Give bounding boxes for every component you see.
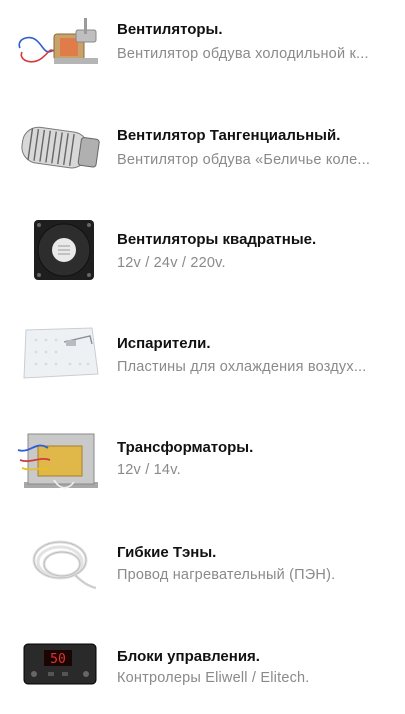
display-value: 50: [50, 652, 66, 667]
item-subtitle: Вентилятор обдува «Беличье коле...: [117, 152, 371, 168]
square-fan-icon: [14, 212, 102, 292]
list-item-evaporators[interactable]: Испарители. Пластины для охлаждения возд…: [0, 312, 405, 402]
item-subtitle: Провод нагревательный (ПЭН).: [117, 567, 336, 583]
item-title: Испарители.: [117, 335, 211, 352]
item-subtitle: Пластины для охлаждения воздух...: [117, 359, 367, 375]
item-title: Трансформаторы.: [117, 439, 254, 456]
fan-motor-icon: [14, 4, 102, 84]
list-item-fans[interactable]: Вентиляторы. Вентилятор обдува холодильн…: [0, 0, 405, 90]
item-title: Вентиляторы.: [117, 21, 223, 38]
controller-icon: 50: [14, 630, 102, 710]
heating-cable-icon: [14, 524, 102, 604]
evaporator-plate-icon: [14, 314, 102, 394]
list-item-transformers[interactable]: Трансформаторы. 12v / 14v.: [0, 416, 405, 506]
item-title: Гибкие Тэны.: [117, 544, 217, 561]
item-subtitle: 12v / 14v.: [117, 462, 181, 478]
list-item-square-fans[interactable]: Вентиляторы квадратные. 12v / 24v / 220v…: [0, 208, 405, 298]
tangential-fan-icon: [14, 108, 102, 188]
item-subtitle: 12v / 24v / 220v.: [117, 255, 226, 271]
item-subtitle: Вентилятор обдува холодильной к...: [117, 46, 369, 62]
item-title: Блоки управления.: [117, 648, 260, 665]
item-title: Вентилятор Тангенциальный.: [117, 127, 341, 144]
item-subtitle: Контролеры Eliwell / Elitech.: [117, 670, 310, 686]
transformer-icon: [14, 420, 102, 500]
list-item-controllers[interactable]: 50 Блоки управления. Контролеры Eliwell …: [0, 624, 405, 714]
list-item-tangential-fan[interactable]: Вентилятор Тангенциальный. Вентилятор об…: [0, 104, 405, 194]
list-item-flexible-heaters[interactable]: Гибкие Тэны. Провод нагревательный (ПЭН)…: [0, 520, 405, 610]
item-title: Вентиляторы квадратные.: [117, 231, 317, 248]
